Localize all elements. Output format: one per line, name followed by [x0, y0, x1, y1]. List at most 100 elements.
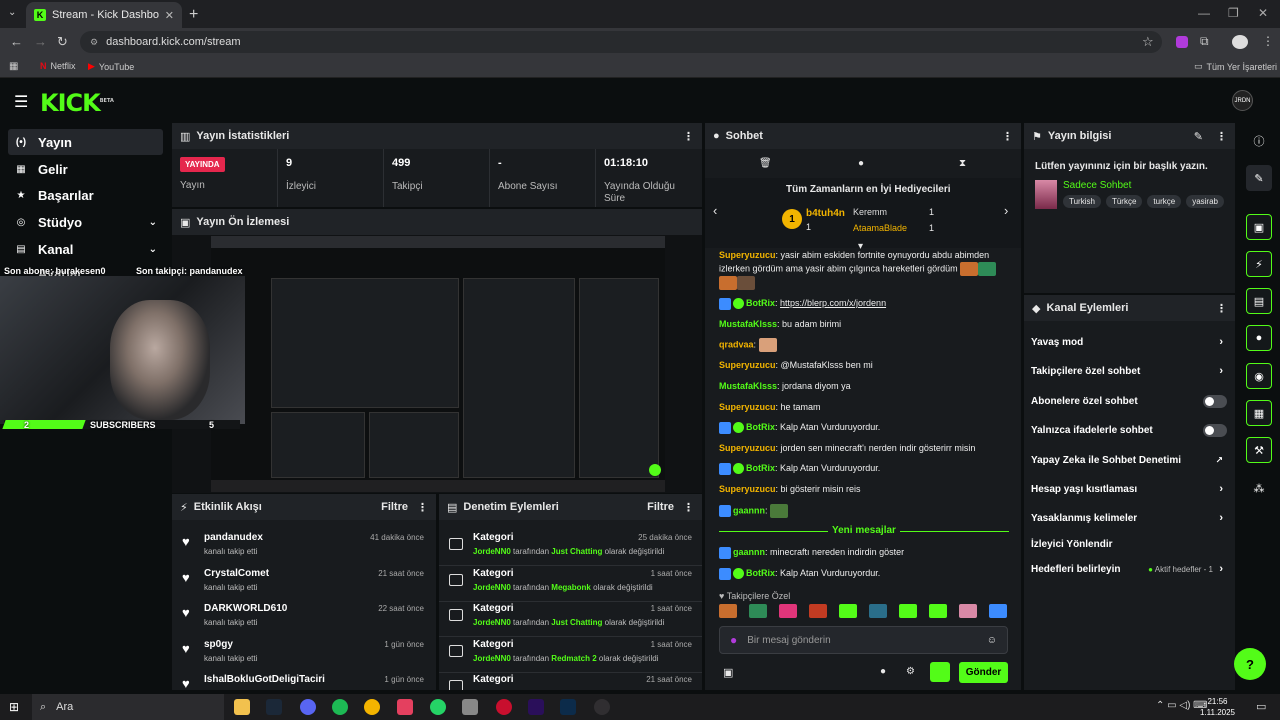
windows-start-icon[interactable]: ⊞ [9, 700, 19, 714]
action-account-age[interactable]: Hesap yaşı kısıtlaması › [1031, 479, 1227, 499]
chat-link[interactable]: https://blerp.com/x/jordenn [780, 298, 886, 308]
profile-avatar[interactable] [1232, 35, 1248, 49]
sidebar-item-kanal[interactable]: ▤ Kanal ⌄ [8, 236, 163, 262]
action-subs-only[interactable]: Abonelere özel sohbet [1031, 391, 1227, 411]
browser-tab[interactable]: K Stream - Kick Dashboard ✕ [26, 2, 182, 28]
extensions-puzzle-icon[interactable]: ⧉ [1200, 34, 1209, 49]
broadcast-icon[interactable]: ◉ [1246, 363, 1272, 389]
sidebar-item-basarilar[interactable]: ★ Başarılar [8, 182, 163, 208]
taskbar-search[interactable]: ⌕ Ara [32, 694, 224, 720]
bookmark-youtube[interactable]: ▶ YouTube [88, 61, 134, 72]
sidebar-item-gelir[interactable]: ▦ Gelir [8, 156, 163, 182]
menu-hamburger-icon[interactable]: ☰ [14, 92, 28, 112]
emote-icon[interactable] [779, 604, 797, 618]
new-tab-button[interactable]: + [189, 6, 198, 24]
bookmark-netflix[interactable]: N Netflix [40, 61, 76, 71]
back-button[interactable]: ← [10, 34, 23, 49]
more-options-icon[interactable]: ⋮ [1216, 302, 1227, 315]
more-options-icon[interactable]: ⋮ [1216, 130, 1227, 143]
notifications-icon[interactable]: ▭ [1256, 700, 1266, 713]
sidebar-item-yayin[interactable]: (•) Yayın [8, 129, 163, 155]
tab-search-icon[interactable]: ⌄ [8, 7, 16, 18]
action-slow-mode[interactable]: Yavaş mod › [1031, 332, 1227, 352]
emote-icon[interactable] [899, 604, 917, 618]
minimize-button[interactable]: — [1198, 6, 1210, 20]
gear-icon[interactable]: ⚙ [906, 666, 915, 677]
chevron-left-icon[interactable]: ‹ [713, 203, 717, 218]
gift-icon[interactable]: ▣ [723, 666, 733, 679]
close-tab-icon[interactable]: ✕ [165, 9, 174, 22]
hourglass-icon[interactable]: ⧗ [959, 158, 966, 169]
forward-button[interactable]: → [34, 34, 47, 49]
activity-filter-button[interactable]: Filtre [381, 501, 408, 513]
stream-preview-video[interactable] [211, 236, 665, 492]
scan-icon[interactable]: ▣ [1246, 214, 1272, 240]
moderation-filter-button[interactable]: Filtre [647, 501, 674, 513]
emote-icon[interactable] [929, 604, 947, 618]
steam-icon[interactable] [266, 699, 282, 715]
bot-shortcut-icon[interactable] [930, 662, 950, 682]
emotes-only-toggle[interactable] [1203, 423, 1227, 437]
chat-input[interactable]: ● Bir mesaj gönderin ☺ [719, 626, 1008, 654]
photoshop-icon[interactable] [560, 699, 576, 715]
url-field[interactable]: ⚙ dashboard.kick.com/stream [80, 31, 1162, 53]
document-icon[interactable]: ▤ [1246, 288, 1272, 314]
emoji-icon[interactable]: ☺ [987, 635, 997, 646]
chrome-icon[interactable] [364, 699, 380, 715]
apps-grid-icon[interactable]: ▦ [9, 61, 18, 72]
taskbar-clock[interactable]: 21:56 1.11.2025 [1200, 696, 1235, 718]
discord-icon[interactable] [300, 699, 316, 715]
all-bookmarks[interactable]: ▭ Tüm Yer İşaretleri [1194, 61, 1277, 72]
extension-icon[interactable] [1176, 36, 1188, 48]
action-emotes-only[interactable]: Yalnızca ifadelerle sohbet [1031, 420, 1227, 440]
emote-icon[interactable] [719, 604, 737, 618]
close-window-button[interactable]: ✕ [1258, 6, 1268, 20]
chat-icon[interactable]: ● [1246, 325, 1272, 351]
chat-bubble-icon[interactable]: ● [880, 666, 886, 677]
reload-button[interactable]: ↻ [57, 34, 68, 50]
trash-icon[interactable]: 🗑 [759, 158, 772, 169]
action-ai-moderation[interactable]: Yapay Zeka ile Sohbet Denetimi ↗ [1031, 450, 1227, 470]
more-options-icon[interactable]: ⋮ [1002, 130, 1013, 143]
maximize-button[interactable]: ❐ [1228, 6, 1239, 20]
emote-icon[interactable] [749, 604, 767, 618]
emote-icon[interactable] [869, 604, 887, 618]
help-support-icon[interactable]: ? [1234, 648, 1266, 680]
bookmark-star-icon[interactable]: ☆ [1142, 34, 1154, 50]
tag[interactable]: Türkçe [1105, 195, 1143, 208]
file-explorer-icon[interactable] [234, 699, 250, 715]
tag[interactable]: Turkish [1063, 195, 1101, 208]
opera-icon[interactable] [496, 699, 512, 715]
chat-settings-icon[interactable]: ● [858, 158, 864, 169]
sidebar-item-studyo[interactable]: ◎ Stüdyo ⌄ [8, 209, 163, 235]
tag[interactable]: turkçe [1147, 195, 1182, 208]
spotify-icon[interactable] [332, 699, 348, 715]
kick-logo[interactable]: KICKBETA [40, 89, 114, 117]
info-icon[interactable]: ⓘ [1246, 128, 1272, 154]
emote-icon[interactable] [989, 604, 1007, 618]
more-options-icon[interactable]: ⋮ [417, 501, 428, 514]
wrench-icon[interactable]: ⚒ [1246, 437, 1272, 463]
edit-icon[interactable]: ✎ [1246, 165, 1272, 191]
action-set-goals[interactable]: Hedefleri belirleyin ● Aktif hedefler - 1… [1031, 559, 1227, 579]
more-options-icon[interactable]: ⋮ [683, 501, 694, 514]
action-followers-only[interactable]: Takipçilere özel sohbet › [1031, 361, 1227, 381]
category-name[interactable]: Sadece Sohbet [1063, 180, 1131, 191]
apps-icon[interactable]: ⁂ [1246, 475, 1272, 501]
whatsapp-icon[interactable] [430, 699, 446, 715]
layers-icon[interactable]: ▦ [1246, 400, 1272, 426]
obs-icon[interactable] [594, 699, 610, 715]
microphone-icon[interactable]: ● [730, 633, 737, 647]
subs-only-toggle[interactable] [1203, 394, 1227, 408]
category-thumbnail[interactable] [1035, 180, 1057, 209]
app-icon[interactable] [462, 699, 478, 715]
chevron-right-icon[interactable]: › [1004, 203, 1008, 218]
action-banned-words[interactable]: Yasaklanmış kelimeler › [1031, 508, 1227, 528]
lightning-icon[interactable]: ⚡ [1246, 251, 1272, 277]
emote-icon[interactable] [959, 604, 977, 618]
action-host-viewers[interactable]: İzleyici Yönlendir [1031, 534, 1227, 554]
tag[interactable]: yasirab [1186, 195, 1224, 208]
emote-icon[interactable] [839, 604, 857, 618]
send-button[interactable]: Gönder [959, 662, 1008, 683]
emote-icon[interactable] [809, 604, 827, 618]
